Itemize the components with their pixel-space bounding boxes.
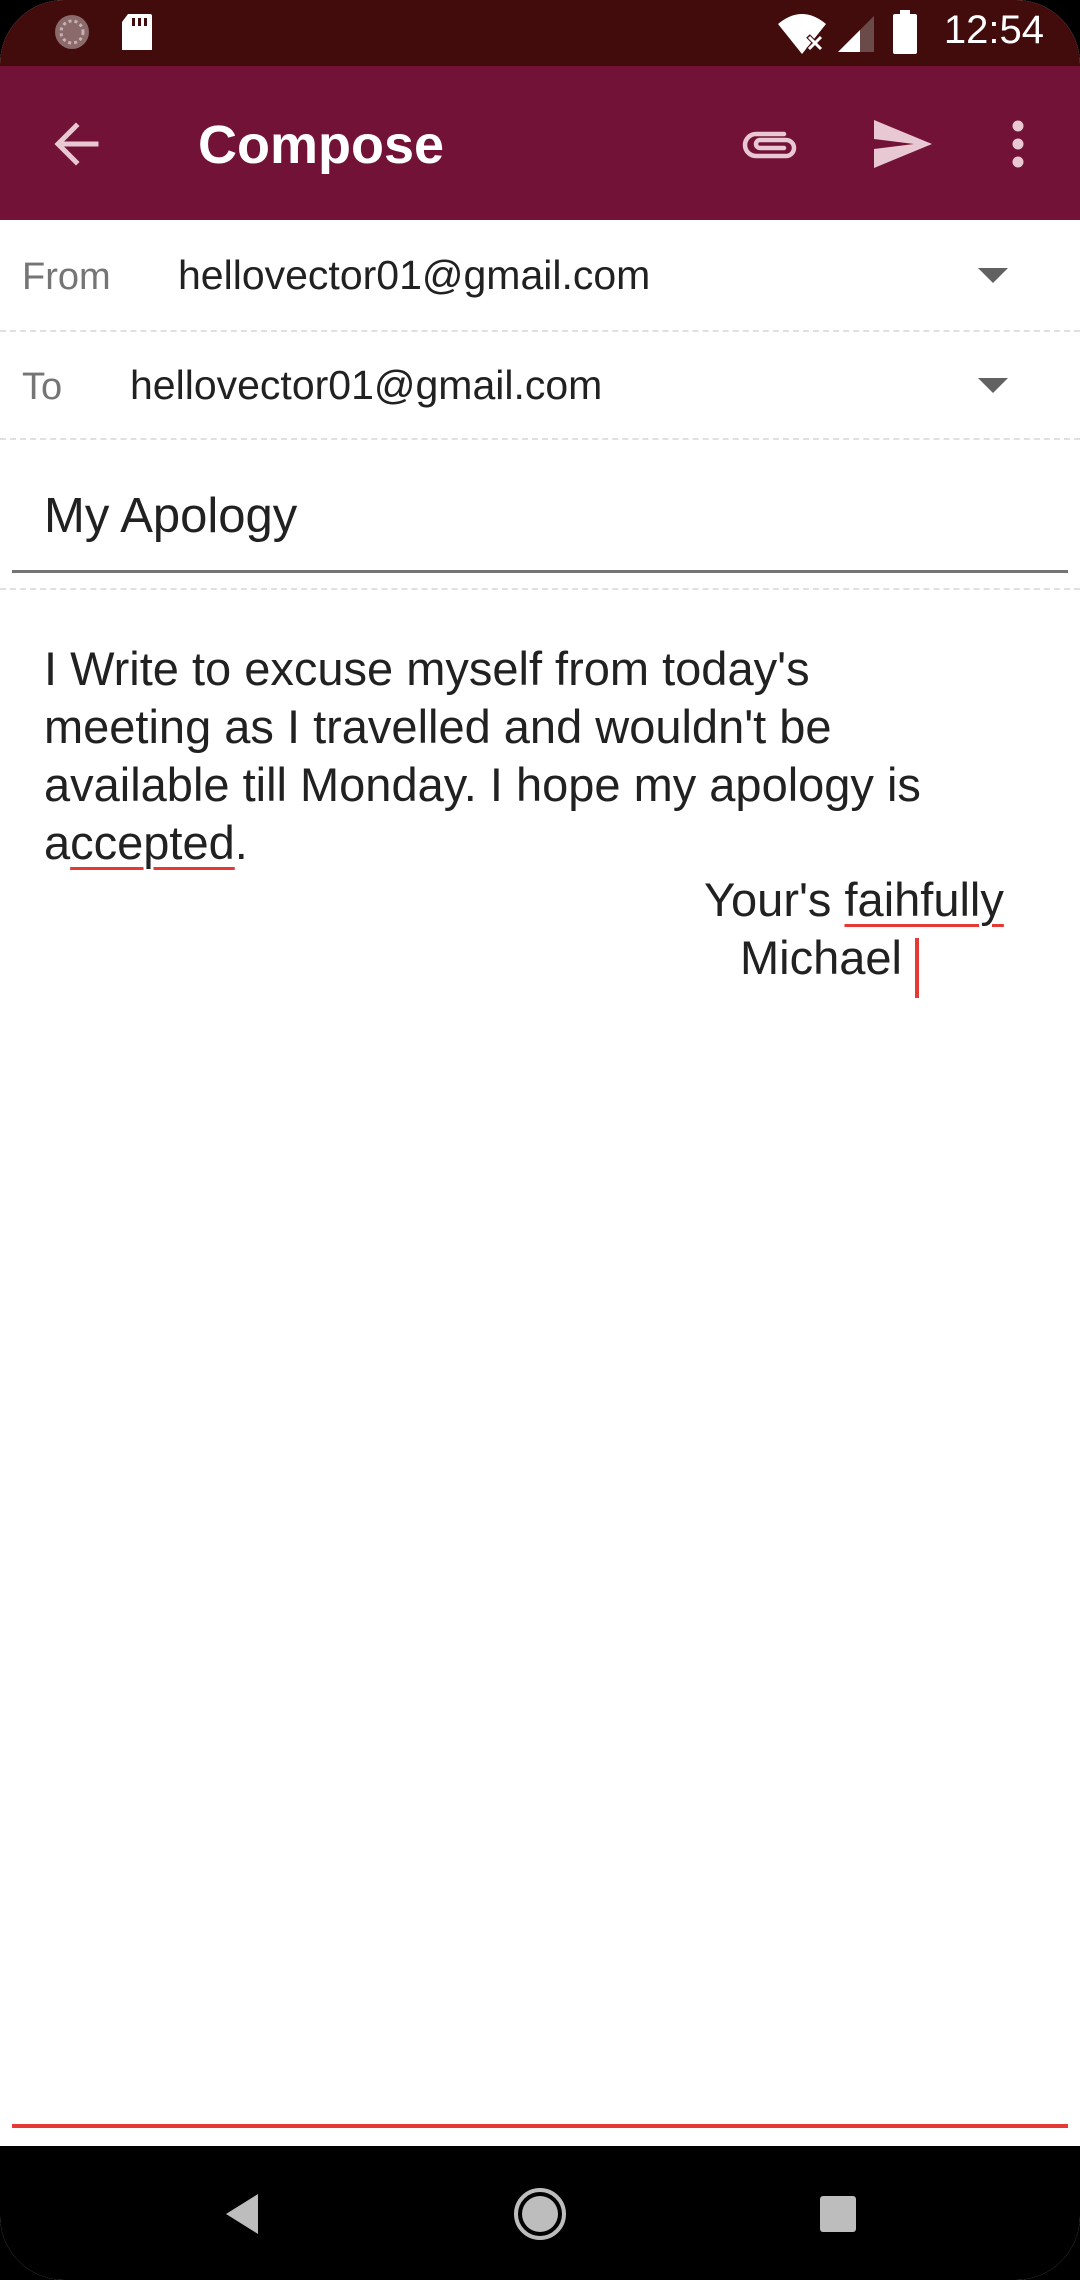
- battery-icon: [893, 10, 917, 54]
- to-chevron-down-icon[interactable]: [978, 378, 1008, 393]
- subject-divider: [0, 588, 1080, 590]
- from-chevron-down-icon[interactable]: [978, 268, 1008, 283]
- navigation-bar: [0, 2146, 1080, 2280]
- misspelled-word[interactable]: ccepted: [70, 816, 235, 869]
- paperclip-icon[interactable]: [740, 120, 800, 170]
- body-line: available till Monday. I hope my apology…: [44, 758, 921, 811]
- body-line: I Write to excuse myself from today's: [44, 642, 810, 695]
- wifi-off-icon: [778, 14, 826, 54]
- arrow-back-icon[interactable]: [50, 118, 102, 170]
- message-body[interactable]: I Write to excuse myself from today's me…: [44, 640, 1024, 872]
- sd-card-icon: [122, 14, 152, 50]
- page-title: Compose: [198, 115, 445, 175]
- signature-name: Michael: [740, 931, 902, 984]
- status-bar: 12:54: [0, 0, 1080, 66]
- to-label: To: [22, 366, 63, 408]
- compose-screen: 12:54 Compose From hellovector01@gmail.c…: [0, 0, 1080, 2280]
- notification-dots-icon: [55, 15, 89, 49]
- body-line: meeting as I travelled and wouldn't be: [44, 700, 832, 753]
- to-divider: [0, 438, 1080, 440]
- signature-closing: Your's faihfully: [704, 872, 1004, 927]
- nav-back-icon[interactable]: [222, 2192, 262, 2236]
- from-label: From: [22, 256, 111, 298]
- subject-input[interactable]: My Apology: [44, 488, 297, 544]
- body-text-segment: .: [234, 816, 248, 869]
- send-icon[interactable]: [872, 116, 934, 172]
- status-time: 12:54: [943, 8, 1044, 52]
- body-line: accepted.: [44, 814, 1024, 872]
- cell-signal-icon: [838, 16, 874, 52]
- nav-home-icon[interactable]: [512, 2186, 568, 2242]
- to-field[interactable]: hellovector01@gmail.com: [130, 362, 602, 409]
- app-bar: Compose: [0, 66, 1080, 220]
- nav-recents-icon[interactable]: [818, 2194, 858, 2234]
- more-vert-icon[interactable]: [1006, 118, 1030, 170]
- subject-underline: [12, 570, 1068, 573]
- text-cursor: [915, 938, 919, 998]
- body-focus-underline: [12, 2124, 1068, 2128]
- signature-text: Your's: [704, 873, 845, 926]
- from-divider: [0, 330, 1080, 332]
- body-text-segment: a: [44, 816, 71, 869]
- misspelled-word[interactable]: faihfully: [845, 873, 1004, 926]
- from-field[interactable]: hellovector01@gmail.com: [178, 252, 650, 299]
